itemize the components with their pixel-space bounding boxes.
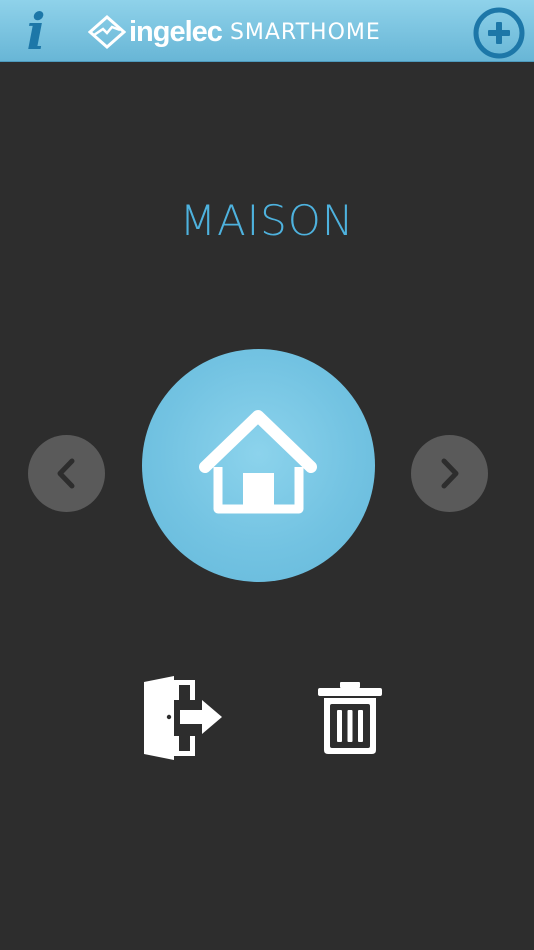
add-button[interactable] xyxy=(472,6,526,60)
previous-room-button[interactable] xyxy=(28,435,105,512)
chevron-right-icon xyxy=(441,458,459,489)
exit-room-button[interactable] xyxy=(140,676,226,760)
exit-door-icon xyxy=(144,676,222,760)
ingelec-logo-mark xyxy=(88,15,126,49)
next-room-button[interactable] xyxy=(411,435,488,512)
info-icon[interactable]: i xyxy=(16,4,56,60)
room-icon-button[interactable] xyxy=(142,349,375,582)
brand-name: ingelec xyxy=(129,15,223,48)
brand-logo: ingelec SMARTHOME xyxy=(88,12,381,52)
delete-room-button[interactable] xyxy=(316,680,384,756)
brand-subtitle: SMARTHOME xyxy=(229,19,381,45)
house-icon xyxy=(199,410,317,514)
chevron-left-icon xyxy=(57,458,75,489)
room-title: MAISON xyxy=(179,196,355,245)
trash-icon xyxy=(318,682,382,754)
top-bar: i ingelec SMARTHOME xyxy=(0,0,534,62)
